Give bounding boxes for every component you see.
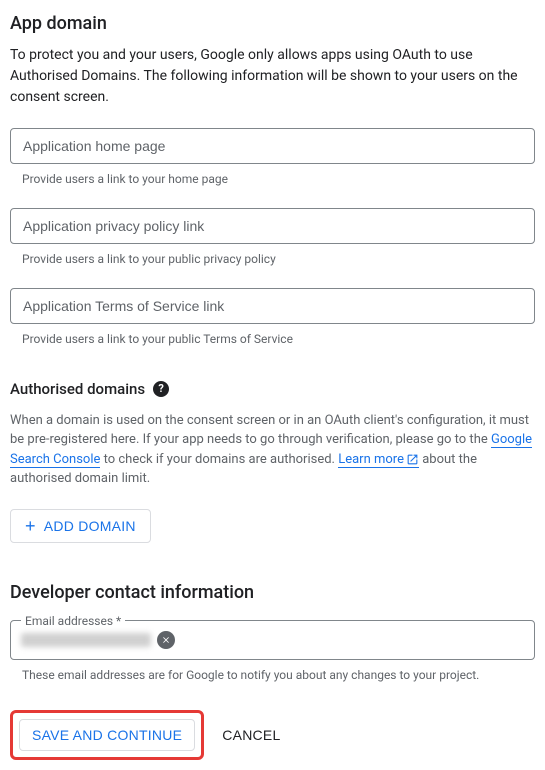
learn-more-link[interactable]: Learn more	[338, 452, 419, 468]
terms-of-service-field-group: Provide users a link to your public Term…	[10, 288, 535, 348]
cancel-button[interactable]: CANCEL	[222, 727, 280, 743]
plus-icon: +	[25, 517, 36, 535]
add-domain-button[interactable]: + ADD DOMAIN	[10, 509, 151, 543]
email-addresses-label: Email addresses *	[21, 612, 125, 630]
authorised-heading: Authorised domains	[10, 378, 145, 401]
app-domain-heading: App domain	[10, 10, 535, 37]
email-helper-text: These email addresses are for Google to …	[10, 666, 535, 684]
authorised-description: When a domain is used on the consent scr…	[10, 411, 535, 489]
privacy-policy-helper: Provide users a link to your public priv…	[10, 250, 535, 268]
email-chip	[21, 631, 175, 649]
privacy-policy-field-group: Provide users a link to your public priv…	[10, 208, 535, 268]
email-addresses-input[interactable]: Email addresses *	[10, 620, 535, 660]
app-domain-description: To protect you and your users, Google on…	[10, 45, 535, 108]
authorised-header: Authorised domains ?	[10, 378, 535, 401]
app-domain-section: App domain To protect you and your users…	[10, 10, 535, 348]
terms-of-service-helper: Provide users a link to your public Term…	[10, 330, 535, 348]
home-page-input[interactable]	[10, 128, 535, 164]
home-page-field-group: Provide users a link to your home page	[10, 128, 535, 188]
remove-email-icon[interactable]	[157, 631, 175, 649]
redacted-email	[21, 633, 151, 647]
form-button-row: SAVE AND CONTINUE CANCEL	[10, 710, 535, 760]
external-link-icon	[406, 453, 419, 466]
save-button-highlight: SAVE AND CONTINUE	[10, 710, 204, 760]
help-icon[interactable]: ?	[153, 381, 169, 397]
save-and-continue-button[interactable]: SAVE AND CONTINUE	[19, 719, 195, 751]
home-page-helper: Provide users a link to your home page	[10, 170, 535, 188]
developer-heading: Developer contact information	[10, 579, 535, 606]
authorised-desc-mid: to check if your domains are authorised.	[100, 452, 338, 467]
terms-of-service-input[interactable]	[10, 288, 535, 324]
add-domain-label: ADD DOMAIN	[44, 518, 136, 534]
developer-contact-section: Developer contact information Email addr…	[10, 579, 535, 684]
authorised-desc-pre: When a domain is used on the consent scr…	[10, 413, 529, 448]
authorised-domains-section: Authorised domains ? When a domain is us…	[10, 378, 535, 543]
privacy-policy-input[interactable]	[10, 208, 535, 244]
